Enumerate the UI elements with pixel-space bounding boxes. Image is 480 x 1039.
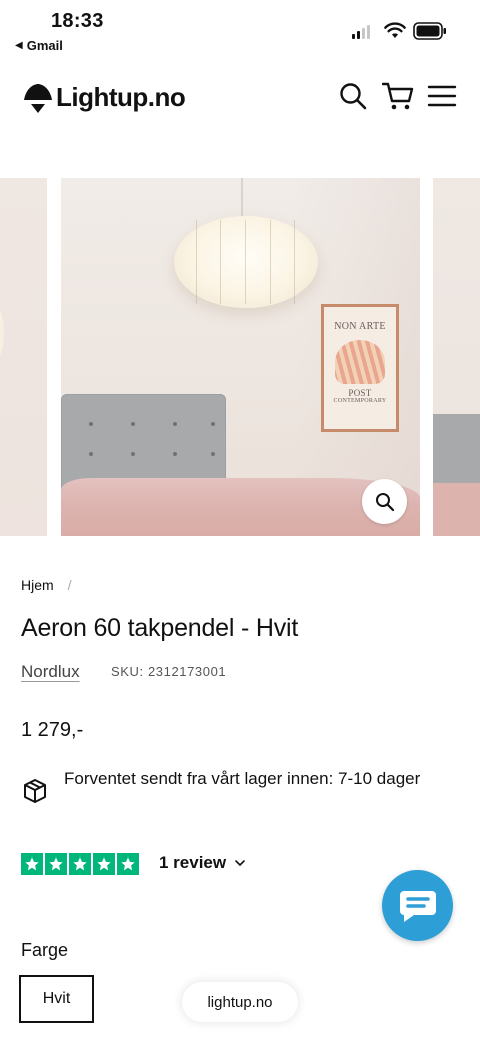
wifi-icon bbox=[384, 22, 406, 38]
logo-text: Lightup.no bbox=[56, 81, 186, 112]
product-image-carousel[interactable]: NON ARTE POST CONTEMPORARY bbox=[0, 178, 480, 536]
breadcrumb: Hjem / bbox=[21, 577, 72, 593]
vendor-link[interactable]: Nordlux bbox=[21, 662, 80, 682]
zoom-image-button[interactable] bbox=[362, 479, 407, 524]
wall-poster-image: NON ARTE POST CONTEMPORARY bbox=[321, 304, 399, 432]
lamp-cord bbox=[241, 178, 243, 218]
chat-widget-button[interactable] bbox=[382, 870, 453, 941]
cart-button[interactable] bbox=[382, 80, 414, 112]
status-time: 18:33 bbox=[51, 10, 104, 32]
star-icon bbox=[93, 853, 115, 875]
shipping-text: Forventet sendt fra vårt lager innen: 7-… bbox=[64, 769, 421, 788]
next-image-slide[interactable] bbox=[433, 178, 480, 536]
review-count-label: 1 review bbox=[159, 853, 227, 872]
menu-icon bbox=[427, 85, 457, 107]
pendant-lamp-image bbox=[174, 216, 318, 308]
product-title: Aeron 60 takpendel - Hvit bbox=[21, 614, 299, 642]
star-icon bbox=[69, 853, 91, 875]
variant-option-hvit[interactable]: Hvit bbox=[19, 975, 94, 1023]
product-sku: SKU: 2312173001 bbox=[111, 664, 227, 679]
site-logo[interactable]: Lightup.no bbox=[22, 80, 186, 114]
poster-text-middle: POST bbox=[348, 388, 372, 398]
zoom-icon bbox=[375, 492, 394, 511]
package-icon bbox=[24, 779, 46, 803]
breadcrumb-separator: / bbox=[67, 577, 72, 593]
chevron-down-icon bbox=[235, 860, 245, 867]
back-to-app-link[interactable]: ◀ Gmail bbox=[15, 38, 63, 53]
shell-illustration bbox=[335, 340, 385, 384]
main-product-image[interactable]: NON ARTE POST CONTEMPORARY bbox=[61, 178, 420, 536]
trustpilot-rating-stars bbox=[21, 853, 139, 875]
lamp-image-fragment bbox=[0, 298, 4, 368]
previous-image-slide[interactable] bbox=[0, 178, 47, 536]
battery-icon bbox=[413, 22, 446, 40]
cellular-signal-icon bbox=[352, 25, 370, 39]
status-bar: 18:33 ◀ Gmail bbox=[0, 0, 480, 60]
star-icon bbox=[21, 853, 43, 875]
star-icon bbox=[45, 853, 67, 875]
poster-text-top: NON ARTE bbox=[334, 321, 386, 332]
search-button[interactable] bbox=[337, 80, 369, 112]
menu-button[interactable] bbox=[426, 80, 458, 112]
browser-url-pill[interactable]: lightup.no bbox=[182, 982, 298, 1022]
color-option-label: Farge bbox=[21, 940, 69, 960]
search-icon bbox=[340, 83, 367, 110]
back-app-label: Gmail bbox=[26, 38, 63, 53]
lamp-logo-icon bbox=[24, 84, 52, 113]
back-arrow-icon: ◀ bbox=[15, 40, 23, 51]
chat-icon bbox=[399, 890, 436, 922]
review-count-toggle[interactable]: 1 review bbox=[159, 853, 246, 873]
site-header: Lightup.no bbox=[0, 70, 480, 130]
star-icon bbox=[117, 853, 139, 875]
poster-text-bottom: CONTEMPORARY bbox=[333, 398, 387, 404]
product-price: 1 279,- bbox=[21, 719, 84, 741]
breadcrumb-home-link[interactable]: Hjem bbox=[21, 577, 54, 593]
cart-icon bbox=[382, 82, 414, 110]
